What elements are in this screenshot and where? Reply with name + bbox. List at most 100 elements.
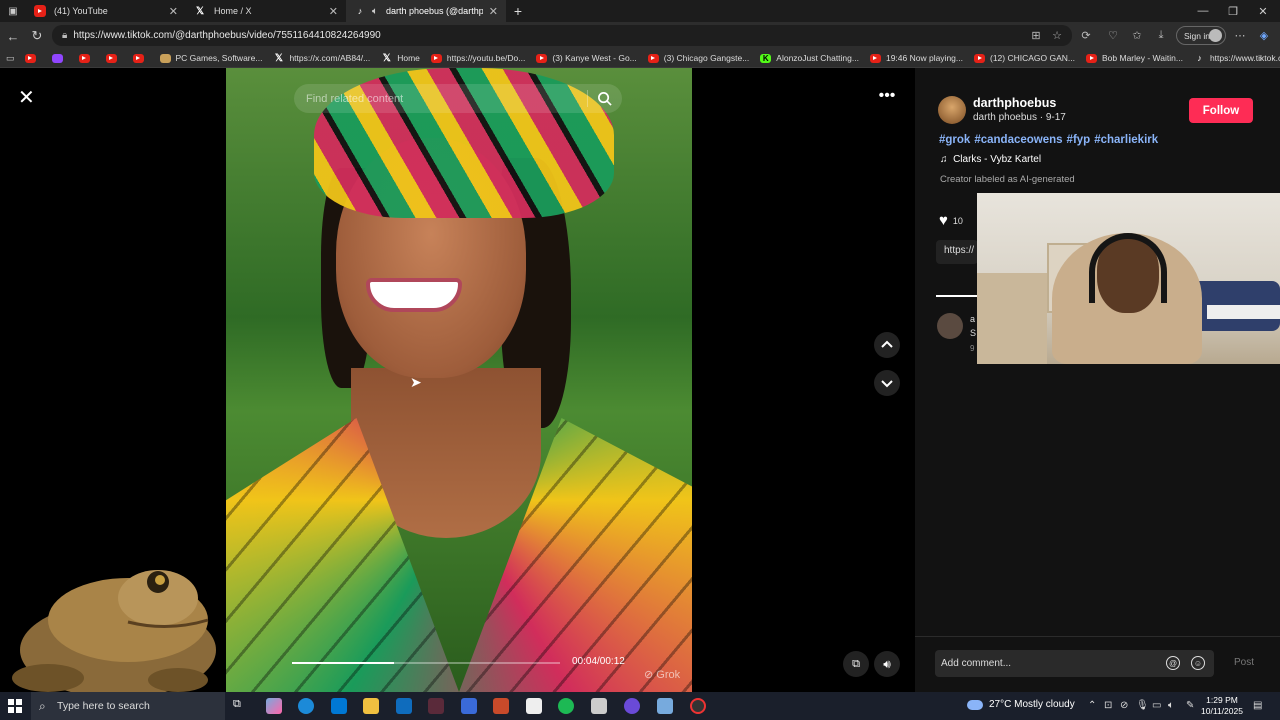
- youtube-icon: [869, 53, 881, 63]
- bookmark[interactable]: https://youtu.be/Do...: [430, 53, 525, 63]
- app-icon[interactable]: [690, 698, 706, 714]
- bookmark[interactable]: [51, 53, 68, 63]
- bookmark-label: (12) CHICAGO GAN...: [990, 53, 1076, 63]
- speaker-icon[interactable]: 🔈︎: [1168, 700, 1174, 711]
- favorites-icon[interactable]: ✩: [1129, 27, 1145, 43]
- creator-username[interactable]: darthphoebus: [973, 96, 1056, 110]
- app-icon[interactable]: [461, 698, 477, 714]
- app-available-icon[interactable]: ⊞: [1028, 27, 1044, 43]
- volume-button[interactable]: 🔊︎: [874, 651, 900, 677]
- ai-generated-label: Creator labeled as AI-generated: [940, 174, 1075, 185]
- lock-icon[interactable]: 🔒︎: [62, 30, 67, 41]
- bookmark[interactable]: [78, 53, 95, 63]
- close-icon[interactable]: ✕: [329, 5, 338, 18]
- search-icon[interactable]: [597, 91, 612, 106]
- bookmarks-overflow-icon[interactable]: ›: [1259, 53, 1262, 63]
- refresh-button[interactable]: ↻: [27, 26, 47, 46]
- bookmark[interactable]: PC Games, Software...: [159, 53, 262, 63]
- bookmark[interactable]: Bob Marley - Waitin...: [1086, 53, 1183, 63]
- app-icon[interactable]: [526, 698, 542, 714]
- comment-author[interactable]: a: [970, 314, 975, 324]
- pen-icon[interactable]: ✎: [1186, 700, 1194, 711]
- copy-link-box[interactable]: https://: [936, 240, 978, 264]
- hashtag-link[interactable]: #grok: [939, 134, 970, 146]
- more-options-button[interactable]: •••: [874, 83, 900, 109]
- new-tab-button[interactable]: +: [506, 0, 530, 22]
- browser-essentials-icon[interactable]: ♡: [1105, 27, 1121, 43]
- post-comment-button[interactable]: Post: [1234, 657, 1254, 668]
- weather-widget[interactable]: 27°C Mostly cloudy: [967, 699, 1075, 710]
- app-icon[interactable]: [657, 698, 673, 714]
- bookmark[interactable]: (12) CHICAGO GAN...: [974, 53, 1075, 63]
- miniplayer-button[interactable]: ⧉: [843, 651, 869, 677]
- window-close-button[interactable]: ✕: [1248, 0, 1278, 22]
- extensions-icon[interactable]: ⟳: [1078, 27, 1094, 43]
- tab-tiktok[interactable]: ♪ 🔈︎ darth phoebus (@darthphoe ✕: [346, 0, 506, 22]
- tab-title: (41) YouTube: [54, 6, 108, 16]
- taskbar-search[interactable]: ⌕ Type here to search: [31, 692, 225, 720]
- notifications-icon[interactable]: ▤: [1253, 700, 1262, 711]
- tray-app-icon[interactable]: ⊡: [1104, 700, 1112, 711]
- video-progress-bar[interactable]: [292, 662, 560, 664]
- bookmarks-menu-icon[interactable]: ▭: [6, 53, 15, 64]
- bookmark[interactable]: 𝕏https://x.com/AB84/...: [273, 53, 370, 64]
- address-bar[interactable]: 🔒︎ https://www.tiktok.com/@darthphoebus/…: [52, 25, 1072, 46]
- bookmark[interactable]: (3) Kanye West - Go...: [536, 53, 637, 63]
- file-explorer-icon[interactable]: [363, 698, 379, 714]
- minimize-button[interactable]: —: [1188, 0, 1218, 22]
- network-icon[interactable]: ▭: [1152, 700, 1161, 711]
- find-related-search[interactable]: Find related content: [294, 84, 622, 113]
- tray-overflow-icon[interactable]: ⌃: [1088, 700, 1096, 711]
- hashtag-link[interactable]: #candaceowens: [974, 134, 1062, 146]
- tab-actions-button[interactable]: ▣: [0, 0, 26, 22]
- app-icon[interactable]: [591, 698, 607, 714]
- music-track[interactable]: ♫ Clarks - Vybz Kartel: [940, 154, 1041, 165]
- speaker-icon[interactable]: 🔈︎: [372, 6, 378, 17]
- outlook-app-icon[interactable]: [396, 698, 412, 714]
- back-button[interactable]: ←: [3, 26, 23, 46]
- hashtag-link[interactable]: #charliekirk: [1094, 134, 1158, 146]
- weather-text: 27°C Mostly cloudy: [989, 699, 1075, 710]
- close-icon[interactable]: ✕: [489, 5, 498, 18]
- app-icon[interactable]: [428, 698, 444, 714]
- close-video-button[interactable]: ✕: [18, 85, 35, 110]
- next-video-button[interactable]: [874, 370, 900, 396]
- downloads-icon[interactable]: ⤓: [1153, 27, 1169, 43]
- emoji-icon[interactable]: ☺: [1191, 656, 1205, 670]
- app-icon[interactable]: [624, 698, 640, 714]
- hashtag-link[interactable]: #fyp: [1067, 134, 1091, 146]
- creator-avatar[interactable]: [938, 96, 966, 124]
- store-app-icon[interactable]: [331, 698, 347, 714]
- bookmark[interactable]: 𝕏 Home: [381, 53, 420, 64]
- bookmark[interactable]: [132, 53, 149, 63]
- edge-app-icon[interactable]: [298, 698, 314, 714]
- windows-start-icon[interactable]: [8, 699, 22, 713]
- follow-button[interactable]: Follow: [1189, 98, 1253, 123]
- bookmark[interactable]: (3) Chicago Gangste...: [647, 53, 749, 63]
- sign-in-button[interactable]: Sign in: [1176, 26, 1226, 45]
- bookmark[interactable]: [105, 53, 122, 63]
- copilot-icon[interactable]: ◈: [1256, 27, 1272, 43]
- tray-app-icon[interactable]: ⊘: [1120, 700, 1128, 711]
- tab-x-home[interactable]: 𝕏 Home / X ✕: [186, 0, 346, 22]
- more-menu-icon[interactable]: ⋯: [1232, 27, 1248, 43]
- close-icon[interactable]: ✕: [169, 5, 178, 18]
- system-clock[interactable]: 1:29 PM 10/11/2025: [1198, 695, 1246, 717]
- app-icon[interactable]: [493, 698, 509, 714]
- task-view-icon[interactable]: ⧉: [233, 698, 249, 714]
- maximize-button[interactable]: ❐: [1218, 0, 1248, 22]
- previous-video-button[interactable]: [874, 332, 900, 358]
- tab-youtube[interactable]: (41) YouTube ✕: [26, 0, 186, 22]
- video-player[interactable]: ➤: [226, 68, 692, 692]
- favorite-star-icon[interactable]: ☆: [1049, 27, 1065, 43]
- mention-icon[interactable]: @: [1166, 656, 1180, 670]
- bookmark[interactable]: [24, 53, 41, 63]
- commenter-avatar[interactable]: [937, 313, 963, 339]
- like-button[interactable]: ♥ 10: [939, 212, 963, 229]
- microphone-icon[interactable]: 🎙︎: [1136, 700, 1149, 711]
- spotify-app-icon[interactable]: [558, 698, 574, 714]
- copilot-app-icon[interactable]: [266, 698, 282, 714]
- bookmark[interactable]: K AlonzoJust Chatting...: [760, 53, 859, 63]
- bookmark[interactable]: 19:46 Now playing...: [869, 53, 963, 63]
- bookmark[interactable]: ♪ https://www.tiktok.c...: [1194, 53, 1280, 63]
